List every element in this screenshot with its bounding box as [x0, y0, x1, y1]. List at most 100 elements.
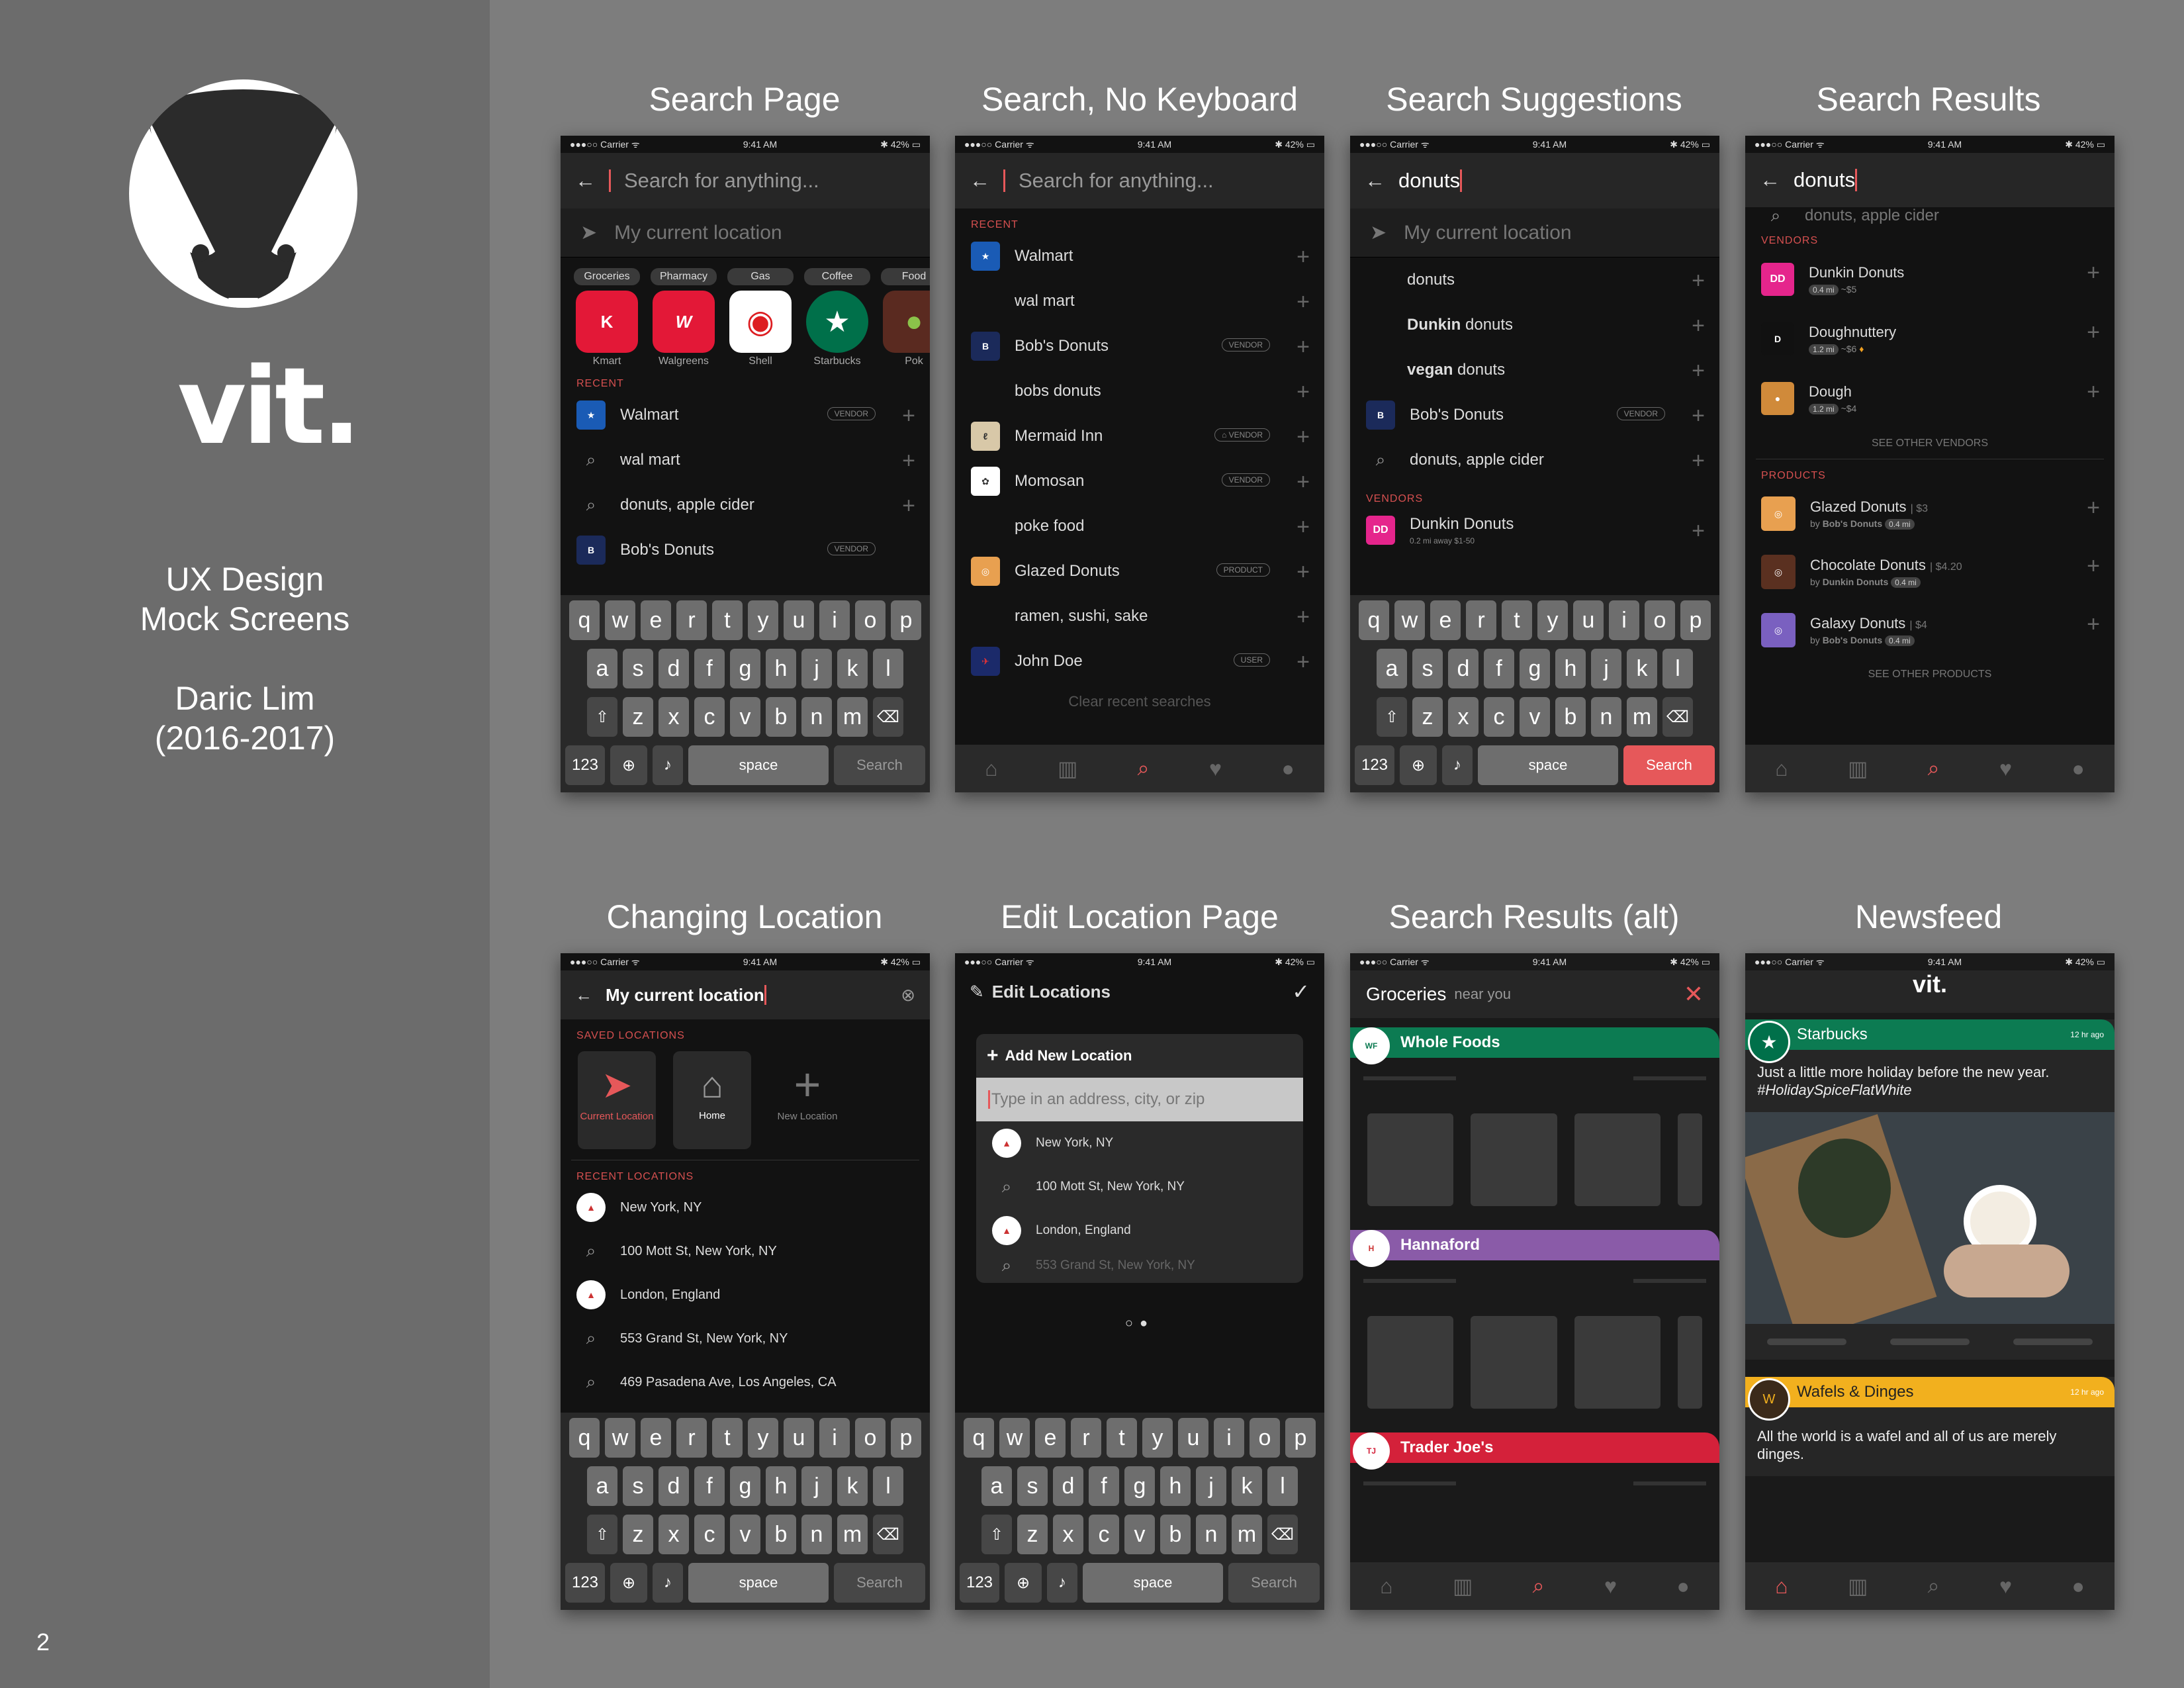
- category-item[interactable]: Coffee ★ Starbucks: [804, 268, 870, 367]
- key[interactable]: d: [659, 1466, 689, 1506]
- heart-tab-icon[interactable]: ♥: [1999, 1574, 2012, 1599]
- key[interactable]: f: [694, 1466, 725, 1506]
- key[interactable]: b: [1160, 1515, 1191, 1554]
- map-tab-icon[interactable]: ▥: [1058, 756, 1077, 781]
- list-item[interactable]: ℓ Mermaid Inn ⌂ VENDOR +: [955, 414, 1324, 459]
- key[interactable]: i: [1214, 1418, 1244, 1458]
- key[interactable]: l: [1267, 1466, 1298, 1506]
- key[interactable]: k: [1627, 649, 1657, 688]
- add-location-button[interactable]: + New Location: [768, 1051, 846, 1149]
- plus-icon[interactable]: +: [1297, 604, 1310, 630]
- key[interactable]: k: [837, 649, 868, 688]
- plus-icon[interactable]: +: [1297, 424, 1310, 450]
- key[interactable]: c: [694, 1515, 725, 1554]
- product-tile[interactable]: [1574, 1113, 1661, 1206]
- plus-icon[interactable]: +: [1692, 448, 1705, 474]
- plus-icon[interactable]: +: [1297, 379, 1310, 405]
- back-arrow-icon[interactable]: ←: [575, 985, 592, 1006]
- shift-key-icon[interactable]: ⇧: [587, 697, 617, 737]
- location-item[interactable]: ⌕ 100 Mott St, New York, NY: [976, 1165, 1303, 1209]
- suggestion-item[interactable]: B Bob's Donuts VENDOR +: [1350, 393, 1719, 438]
- location-item[interactable]: ⌕ 553 Grand St, New York, NY: [561, 1317, 930, 1360]
- key[interactable]: q: [964, 1418, 994, 1458]
- search-tab-icon[interactable]: ⌕: [1138, 756, 1150, 781]
- key[interactable]: r: [1071, 1418, 1101, 1458]
- search-input[interactable]: donuts: [1398, 169, 1460, 193]
- search-tab-icon[interactable]: ⌕: [1533, 1573, 1545, 1599]
- key[interactable]: g: [730, 1466, 760, 1506]
- profile-tab-icon[interactable]: ●: [2071, 1574, 2084, 1599]
- globe-key-icon[interactable]: ⊕: [1400, 745, 1437, 785]
- key[interactable]: o: [855, 1418, 886, 1458]
- search-bar[interactable]: ← Search for anything...: [955, 153, 1324, 209]
- heart-tab-icon[interactable]: ♥: [1604, 1574, 1617, 1599]
- backspace-key-icon[interactable]: ⌫: [1267, 1515, 1298, 1554]
- plus-icon[interactable]: +: [1297, 289, 1310, 315]
- key[interactable]: i: [819, 600, 850, 640]
- space-key[interactable]: space: [1083, 1563, 1223, 1603]
- key[interactable]: q: [569, 1418, 600, 1458]
- plus-icon[interactable]: +: [1297, 514, 1310, 540]
- profile-tab-icon[interactable]: ●: [2071, 757, 2084, 781]
- key[interactable]: w: [605, 1418, 635, 1458]
- key[interactable]: w: [1394, 600, 1425, 640]
- store-section[interactable]: TJ Trader Joe's: [1350, 1432, 1719, 1485]
- list-item[interactable]: ✈ John Doe USER +: [955, 639, 1324, 684]
- space-key[interactable]: space: [688, 745, 829, 785]
- globe-key-icon[interactable]: ⊕: [610, 745, 647, 785]
- location-row[interactable]: ➤ My current location: [1350, 209, 1719, 258]
- plus-icon[interactable]: +: [1692, 358, 1705, 384]
- key[interactable]: x: [659, 1515, 689, 1554]
- location-item[interactable]: ▲ London, England: [561, 1273, 930, 1317]
- product-tile[interactable]: [1367, 1316, 1454, 1409]
- post-header[interactable]: W Wafels & Dinges 12 hr ago: [1745, 1377, 2115, 1421]
- page-indicator[interactable]: ○●: [955, 1316, 1324, 1331]
- key[interactable]: f: [1484, 649, 1514, 688]
- key[interactable]: m: [1627, 697, 1657, 737]
- action-placeholder[interactable]: [2013, 1338, 2093, 1345]
- suggestion-item[interactable]: ⌕ donuts, apple cider +: [1350, 438, 1719, 483]
- key[interactable]: y: [748, 1418, 778, 1458]
- key[interactable]: a: [587, 649, 617, 688]
- list-item[interactable]: ✿ Momosan VENDOR +: [955, 459, 1324, 504]
- store-section[interactable]: H Hannaford: [1350, 1230, 1719, 1409]
- list-item[interactable]: ramen, sushi, sake +: [955, 594, 1324, 639]
- key[interactable]: m: [837, 1515, 868, 1554]
- key[interactable]: e: [1035, 1418, 1066, 1458]
- product-tile[interactable]: [1367, 1113, 1454, 1206]
- key[interactable]: n: [1591, 697, 1621, 737]
- plus-icon[interactable]: +: [1692, 403, 1705, 429]
- location-row[interactable]: ➤ My current location: [561, 209, 930, 258]
- mic-key-icon[interactable]: ♪: [1047, 1563, 1077, 1603]
- category-item[interactable]: Groceries K Kmart: [574, 268, 640, 367]
- key[interactable]: c: [1089, 1515, 1119, 1554]
- key[interactable]: p: [1285, 1418, 1316, 1458]
- key[interactable]: a: [587, 1466, 617, 1506]
- shift-key-icon[interactable]: ⇧: [587, 1515, 617, 1554]
- key[interactable]: o: [1645, 600, 1675, 640]
- key[interactable]: n: [801, 1515, 832, 1554]
- map-tab-icon[interactable]: ▥: [1848, 756, 1868, 781]
- address-input[interactable]: Type in an address, city, or zip: [976, 1078, 1303, 1121]
- suggestion-item[interactable]: vegan donuts +: [1350, 348, 1719, 393]
- search-input[interactable]: Search for anything...: [624, 169, 819, 193]
- back-arrow-icon[interactable]: ←: [970, 169, 990, 193]
- space-key[interactable]: space: [688, 1563, 829, 1603]
- key[interactable]: t: [712, 1418, 743, 1458]
- key[interactable]: n: [1196, 1515, 1226, 1554]
- feed-post[interactable]: ★ Starbucks 12 hr ago Just a little more h…: [1745, 1019, 2115, 1360]
- plus-icon[interactable]: +: [1297, 244, 1310, 270]
- key[interactable]: m: [837, 697, 868, 737]
- numbers-key[interactable]: 123: [565, 1563, 605, 1603]
- plus-icon[interactable]: +: [1297, 469, 1310, 495]
- product-item[interactable]: ◎ Galaxy Donuts | $4 by Bob's Donuts 0.4 m…: [1745, 601, 2115, 659]
- list-item[interactable]: B Bob's Donuts VENDOR: [561, 528, 930, 573]
- search-bar[interactable]: ← donuts: [1745, 153, 2115, 207]
- home-tab-icon[interactable]: ⌂: [1775, 757, 1788, 781]
- key[interactable]: f: [1089, 1466, 1119, 1506]
- key[interactable]: z: [1412, 697, 1443, 737]
- plus-icon[interactable]: +: [2087, 553, 2100, 579]
- key[interactable]: f: [694, 649, 725, 688]
- key[interactable]: q: [569, 600, 600, 640]
- checkmark-icon[interactable]: ✓: [1292, 979, 1310, 1004]
